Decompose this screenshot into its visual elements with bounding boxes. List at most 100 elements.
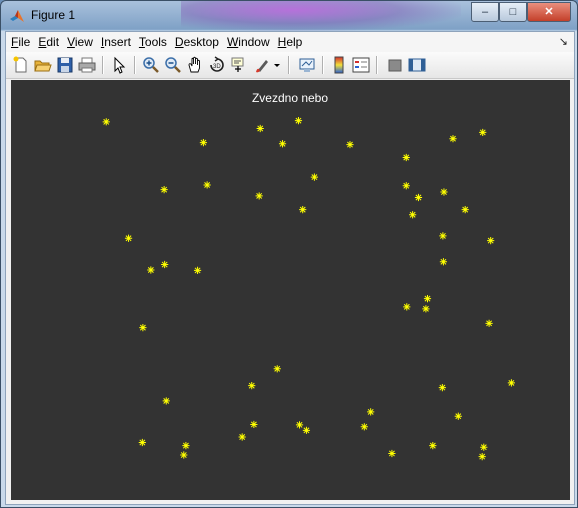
star-marker-7: [402, 153, 410, 162]
star-marker-29: [422, 305, 430, 313]
zoom-out-icon[interactable]: [164, 56, 182, 74]
star-marker-50: [478, 453, 486, 461]
toolbar-separator: [376, 56, 378, 74]
toolbar-separator: [322, 56, 324, 74]
star-marker-34: [507, 379, 515, 387]
menu-file-label: ile: [18, 35, 31, 49]
star-marker-8: [449, 135, 457, 143]
dock-figure-arrow-icon[interactable]: ↘: [559, 35, 568, 48]
star-marker-2: [256, 124, 264, 133]
menu-desktop-mnemonic: D: [174, 35, 184, 49]
star-marker-9: [479, 128, 487, 137]
menu-edit[interactable]: Edit: [35, 35, 62, 49]
brush-icon[interactable]: [254, 56, 272, 74]
chart-title: Zvezdno nebo: [252, 91, 328, 105]
star-marker-40: [295, 421, 304, 429]
star-marker-45: [238, 433, 246, 441]
star-marker-36: [162, 397, 170, 405]
star-marker-39: [250, 420, 258, 429]
figure-client-area: File Edit View Insert Tools Desktop Wind…: [5, 31, 575, 505]
rotate-3d-icon[interactable]: 3D: [208, 56, 226, 74]
maximize-button[interactable]: □: [499, 2, 527, 22]
menu-help-label: elp: [286, 35, 303, 49]
link-plot-icon[interactable]: [298, 56, 316, 74]
star-marker-17: [440, 188, 448, 196]
menu-view-mnemonic: V: [67, 35, 75, 49]
star-marker-21: [439, 232, 447, 240]
colorbar-icon[interactable]: [330, 56, 348, 74]
menu-tools[interactable]: Tools: [136, 35, 170, 49]
star-marker-46: [429, 442, 437, 450]
star-marker-5: [278, 140, 287, 148]
menu-window-mnemonic: W: [226, 35, 239, 49]
dropdown-arrow-icon[interactable]: [272, 56, 282, 74]
data-cursor-icon[interactable]: [230, 56, 248, 74]
save-icon[interactable]: [56, 56, 74, 74]
toolbar-separator: [288, 56, 290, 74]
pan-hand-icon[interactable]: [186, 56, 204, 74]
star-marker-31: [485, 319, 493, 327]
minimize-button[interactable]: –: [471, 2, 499, 22]
title-bar-aero-glow: [181, 1, 461, 31]
star-marker-14: [299, 206, 307, 214]
star-marker-27: [423, 295, 432, 303]
star-marker-35: [438, 384, 446, 392]
matlab-logo-icon: [10, 10, 24, 22]
close-button[interactable]: ✕: [527, 2, 571, 22]
hide-plot-tools-icon[interactable]: [386, 56, 404, 74]
star-marker-10: [203, 181, 211, 189]
menu-view-label: iew: [74, 35, 93, 49]
figure-toolbar: 3D: [6, 52, 574, 79]
star-marker-4: [199, 139, 208, 147]
star-marker-23: [161, 260, 169, 269]
star-marker-6: [346, 140, 354, 149]
star-marker-30: [139, 324, 147, 332]
star-marker-1: [102, 118, 110, 126]
menu-window-label: indow: [238, 35, 270, 49]
star-marker-43: [138, 438, 146, 447]
star-marker-13: [255, 192, 263, 200]
show-plot-tools-icon[interactable]: [408, 56, 426, 74]
menu-view[interactable]: View: [64, 35, 96, 49]
menu-desktop[interactable]: Desktop: [172, 35, 222, 49]
star-marker-44: [182, 442, 190, 450]
star-marker-28: [403, 303, 411, 311]
menu-tools-label: ools: [144, 35, 167, 49]
star-marker-33: [248, 382, 256, 390]
legend-icon[interactable]: [352, 56, 370, 74]
axes-plot-area[interactable]: Zvezdno nebo: [11, 80, 570, 500]
open-file-icon[interactable]: [34, 56, 52, 74]
star-marker-41: [302, 426, 311, 434]
menu-insert[interactable]: Insert: [98, 35, 134, 49]
new-figure-icon[interactable]: [12, 56, 30, 74]
menu-window[interactable]: Window: [224, 35, 273, 49]
window-title: Figure 1: [31, 8, 76, 22]
title-bar[interactable]: Figure 1 – □ ✕: [1, 1, 577, 31]
star-marker-32: [273, 365, 281, 373]
star-marker-26: [439, 258, 448, 266]
star-marker-48: [180, 451, 188, 459]
menu-help-mnemonic: H: [277, 35, 287, 49]
star-marker-37: [367, 408, 375, 416]
menu-edit-label: dit: [46, 35, 60, 49]
star-marker-42: [360, 423, 368, 431]
figure-window: Figure 1 – □ ✕ File Edit View Insert Too…: [0, 0, 578, 508]
edit-plot-pointer-icon[interactable]: [110, 56, 128, 74]
svg-text:3D: 3D: [213, 64, 221, 70]
menu-insert-label: nsert: [104, 35, 131, 49]
print-icon[interactable]: [78, 56, 96, 74]
star-marker-38: [454, 412, 462, 420]
star-marker-49: [388, 449, 396, 458]
toolbar-separator: [134, 56, 136, 74]
star-marker-19: [461, 206, 469, 214]
menu-desktop-label: esktop: [183, 35, 219, 49]
menu-help[interactable]: Help: [275, 35, 306, 49]
menu-bar: File Edit View Insert Tools Desktop Wind…: [6, 32, 574, 52]
star-marker-18: [409, 211, 417, 219]
zoom-in-icon[interactable]: [142, 56, 160, 74]
star-marker-22: [487, 237, 495, 245]
star-marker-24: [147, 266, 155, 274]
star-marker-25: [193, 266, 202, 274]
menu-file[interactable]: File: [8, 35, 33, 49]
star-marker-15: [402, 182, 410, 190]
